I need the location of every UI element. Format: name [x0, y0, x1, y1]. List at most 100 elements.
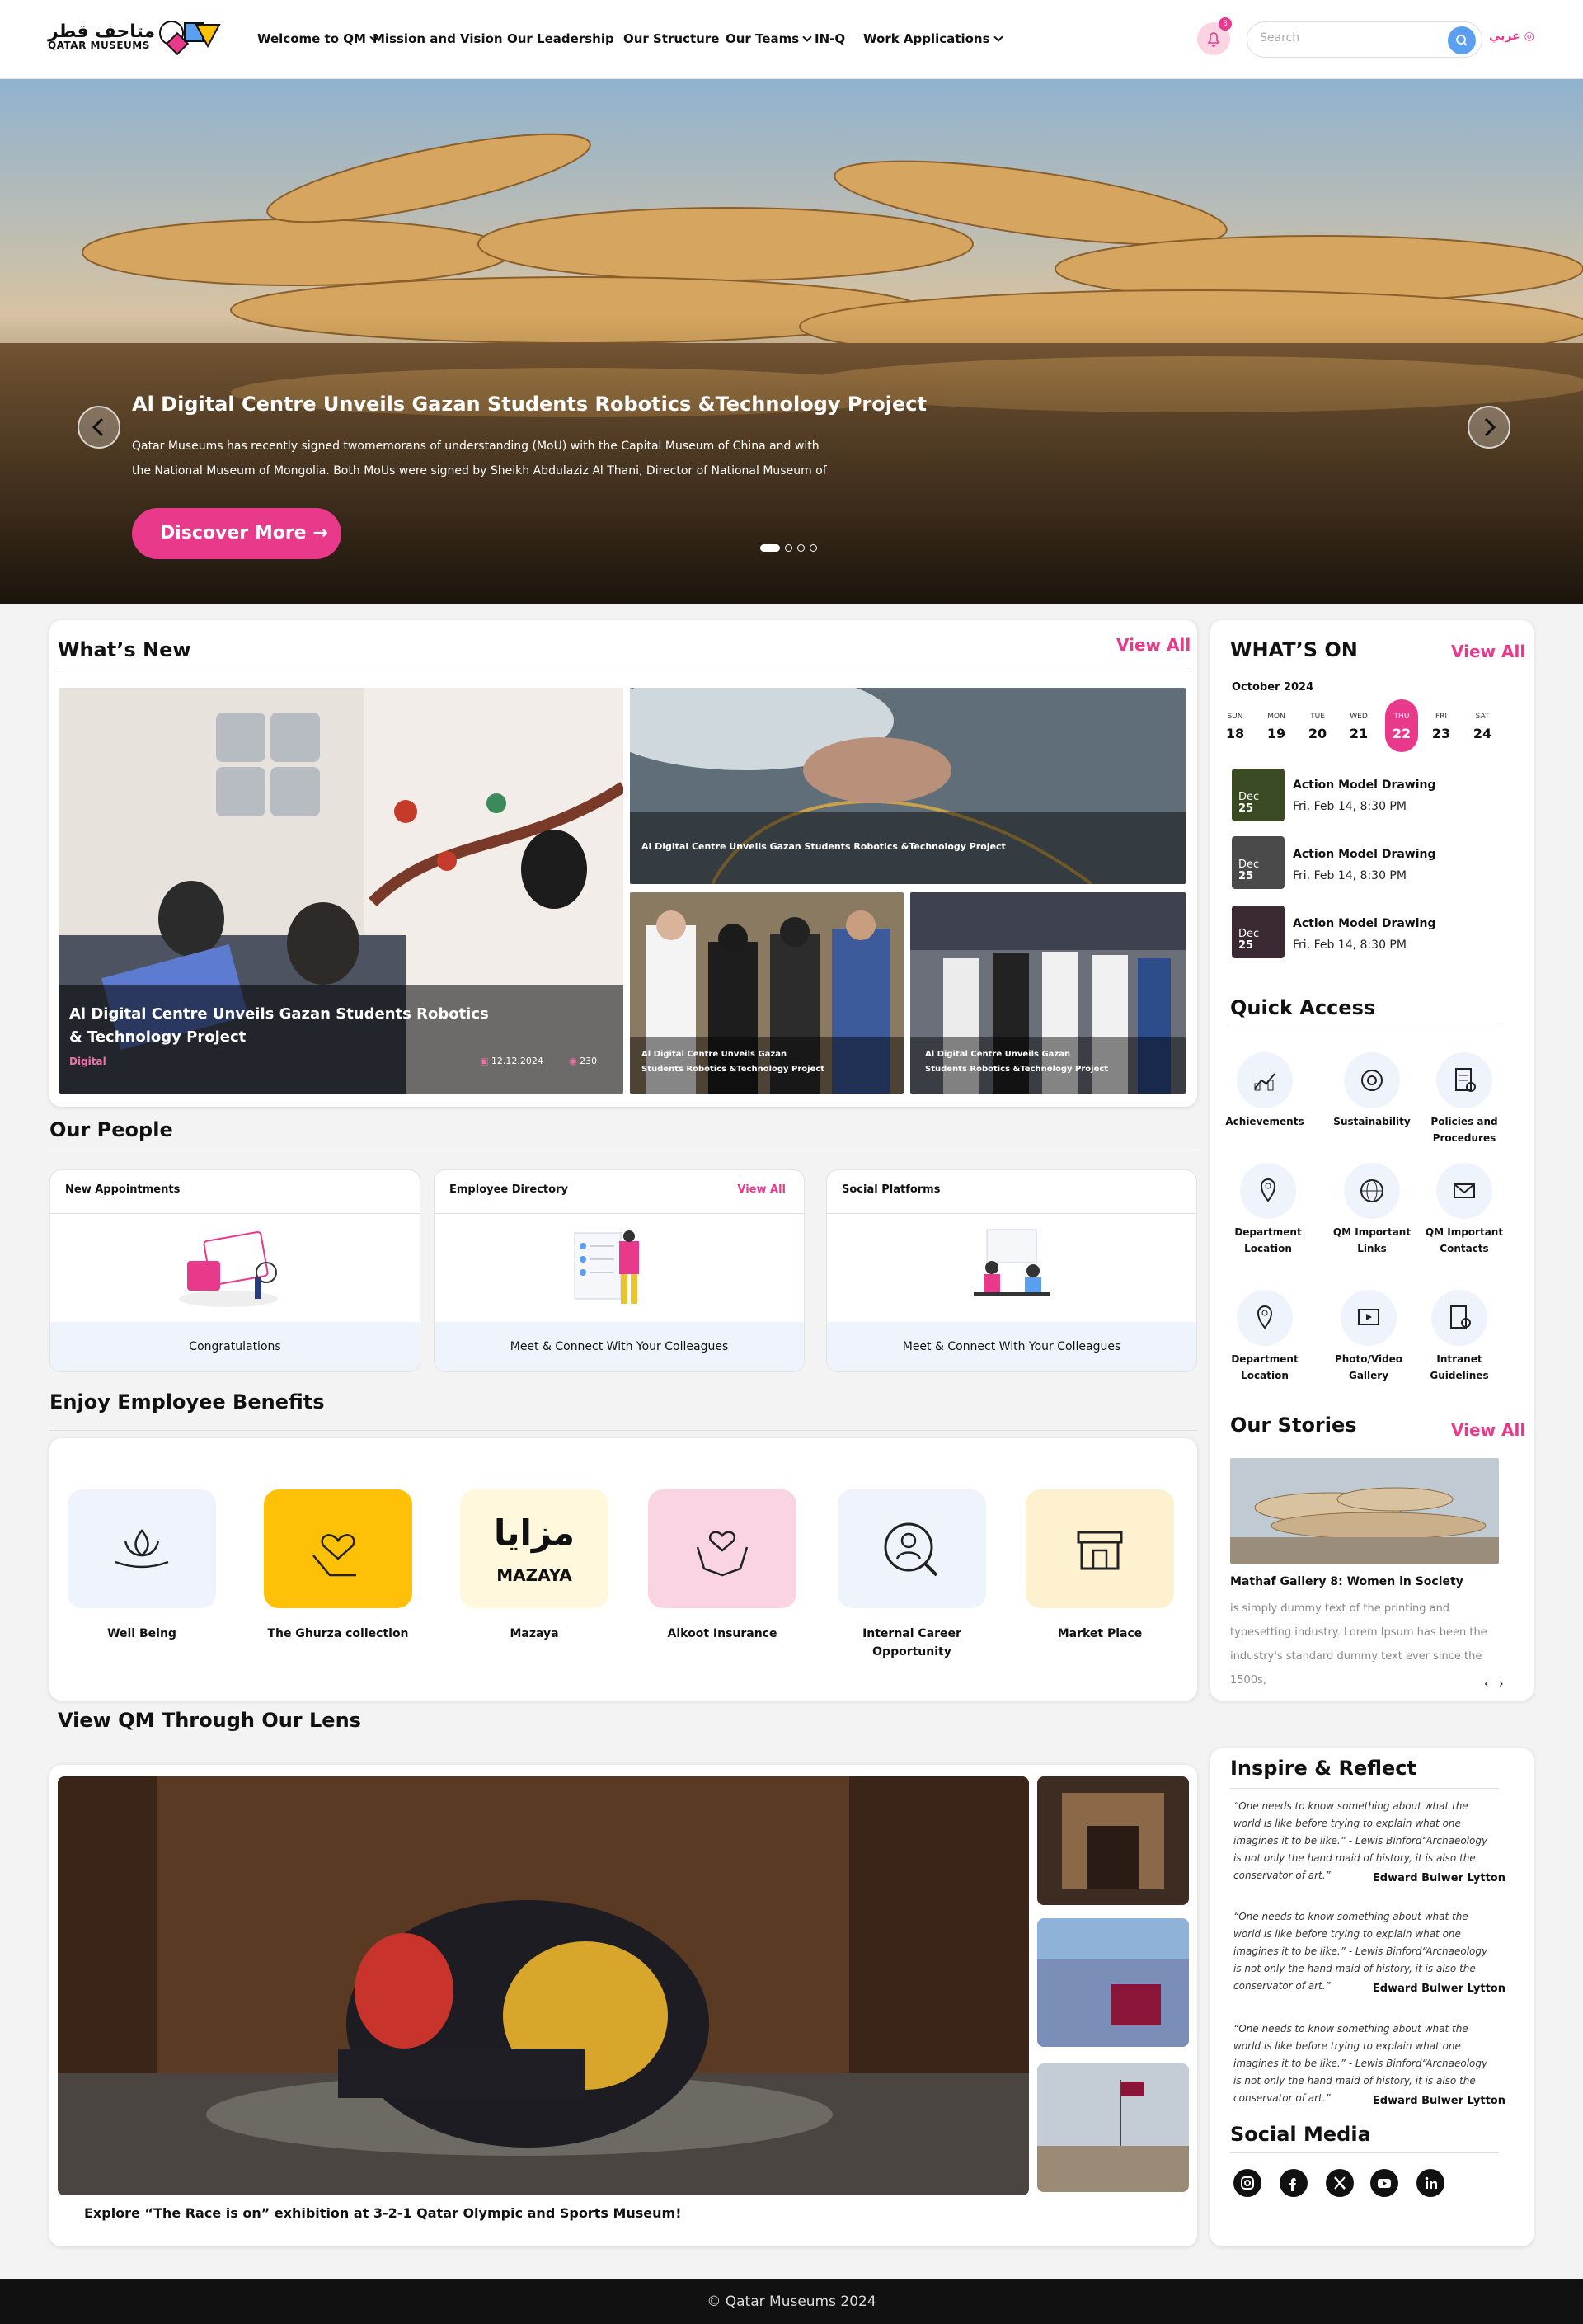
guidelines-icon[interactable] — [1431, 1290, 1487, 1346]
contacts-icon[interactable] — [1436, 1163, 1492, 1219]
event-thumbnail[interactable]: Dec 25 — [1232, 769, 1285, 821]
nav-in-q[interactable]: IN-Q — [815, 31, 845, 46]
event-time: Fri, Feb 14, 8:30 PM — [1293, 939, 1407, 952]
x-icon[interactable] — [1326, 2169, 1354, 2197]
benefit-label[interactable]: The Ghurza collection — [256, 1625, 420, 1643]
calendar-day[interactable]: SAT 24 — [1466, 713, 1499, 741]
people-card-social-platforms[interactable]: Social Platforms Meet & Connect With You… — [826, 1169, 1197, 1372]
lens-main-image[interactable] — [58, 1776, 1029, 2195]
benefit-mazaya[interactable]: مزايا MAZAYA — [460, 1489, 608, 1608]
nav-structure[interactable]: Our Structure — [623, 31, 719, 46]
calendar-day[interactable]: WED 21 — [1342, 713, 1375, 741]
quick-access-label[interactable]: Department Location — [1215, 1351, 1314, 1384]
quick-access-label[interactable]: Achievements — [1215, 1113, 1314, 1130]
quick-access-label[interactable]: Policies and Procedures — [1415, 1113, 1514, 1146]
news-main-views: ◉ 230 — [569, 1056, 598, 1066]
people-card-new-appointments[interactable]: New Appointments Congratulations — [49, 1169, 420, 1372]
benefit-ghurza-collection[interactable] — [264, 1489, 412, 1608]
carousel-dot[interactable] — [810, 544, 817, 552]
quick-access-label[interactable]: QM Important Contacts — [1415, 1224, 1514, 1257]
quick-access-label[interactable]: Photo/Video Gallery — [1319, 1351, 1418, 1384]
benefit-alkoot-insurance[interactable] — [648, 1489, 796, 1608]
search-placeholder: Search — [1260, 31, 1300, 45]
gallery-icon[interactable] — [1341, 1290, 1397, 1346]
benefit-label[interactable]: Market Place — [1017, 1625, 1182, 1643]
youtube-icon[interactable] — [1370, 2169, 1398, 2197]
lens-thumb[interactable] — [1037, 1776, 1189, 1905]
employee-directory-view-all[interactable]: View All — [737, 1183, 786, 1196]
sustainability-icon[interactable] — [1344, 1052, 1400, 1108]
search-person-icon — [884, 1522, 938, 1577]
benefit-label[interactable]: Alkoot Insurance — [640, 1625, 805, 1643]
news-tile-side-top[interactable]: Al Digital Centre Unveils Gazan Students… — [630, 688, 1186, 884]
calendar-day[interactable]: MON 19 — [1260, 713, 1293, 741]
news-tile-side-right[interactable]: Al Digital Centre Unveils Gazan Students… — [910, 892, 1186, 1094]
event-date-badge: Dec 25 — [1238, 859, 1260, 882]
nav-welcome[interactable]: Welcome to QM — [257, 31, 379, 46]
lens-thumb[interactable] — [1037, 2063, 1189, 2192]
benefit-label[interactable]: Mazaya — [452, 1625, 617, 1643]
quick-access-label[interactable]: Intranet Guidelines — [1410, 1351, 1509, 1384]
whats-new-view-all[interactable]: View All — [1116, 635, 1191, 655]
calendar-day[interactable]: TUE 20 — [1301, 713, 1334, 741]
carousel-dot[interactable] — [760, 544, 780, 552]
story-image[interactable] — [1230, 1458, 1499, 1564]
quick-access-label[interactable]: QM Important Links — [1322, 1224, 1421, 1257]
whats-on-view-all[interactable]: View All — [1451, 642, 1525, 661]
location-pin-icon[interactable] — [1240, 1163, 1296, 1219]
benefit-label[interactable]: Well Being — [59, 1625, 224, 1643]
our-stories-view-all[interactable]: View All — [1451, 1420, 1525, 1440]
benefit-market-place[interactable] — [1026, 1489, 1174, 1608]
facebook-icon[interactable] — [1280, 2169, 1308, 2197]
event-title[interactable]: Action Model Drawing — [1293, 848, 1436, 861]
event-title[interactable]: Action Model Drawing — [1293, 779, 1436, 792]
language-switch[interactable]: عربي ◎ — [1489, 30, 1534, 43]
location-pin-icon[interactable] — [1237, 1290, 1293, 1346]
event-thumbnail[interactable]: Dec 25 — [1232, 836, 1285, 889]
nav-teams[interactable]: Our Teams — [726, 31, 812, 46]
achievements-icon[interactable] — [1237, 1052, 1293, 1108]
calendar-day[interactable]: SUN 18 — [1219, 713, 1252, 741]
hero-description: Qatar Museums has recently signed twomem… — [132, 440, 827, 478]
news-tile-side-left[interactable]: Al Digital Centre Unveils Gazan Students… — [630, 892, 904, 1094]
nav-mission-vision[interactable]: Mission and Vision — [373, 31, 503, 46]
event-time: Fri, Feb 14, 8:30 PM — [1293, 800, 1407, 813]
calendar-day-selected[interactable]: THU 22 — [1385, 699, 1418, 752]
benefit-internal-career[interactable] — [838, 1489, 986, 1608]
benefit-well-being[interactable] — [68, 1489, 216, 1608]
logo-english[interactable]: QATAR MUSEUMS — [48, 40, 150, 51]
story-prev-button[interactable]: ‹ — [1484, 1677, 1489, 1691]
carousel-dot[interactable] — [785, 544, 792, 552]
nav-leadership[interactable]: Our Leadership — [507, 31, 614, 46]
people-card-employee-directory[interactable]: Employee Directory View All Meet & Conne… — [434, 1169, 805, 1372]
divider — [1230, 2152, 1499, 2153]
hero-title: Al Digital Centre Unveils Gazan Students… — [132, 393, 927, 416]
story-next-button[interactable]: › — [1499, 1677, 1504, 1691]
people-card-footer: Congratulations — [50, 1322, 420, 1371]
discover-more-button[interactable]: Discover More → — [132, 508, 341, 559]
quick-access-label[interactable]: Department Location — [1219, 1224, 1318, 1257]
news-tile-main[interactable]: Al Digital Centre Unveils Gazan Students… — [59, 688, 623, 1094]
lens-thumb[interactable] — [1037, 1918, 1189, 2047]
news-main-title: Al Digital Centre Unveils Gazan Students… — [69, 1005, 489, 1046]
news-main-tag[interactable]: Digital — [69, 1056, 106, 1067]
policies-icon[interactable] — [1436, 1052, 1492, 1108]
story-title[interactable]: Mathaf Gallery 8: Women in Society — [1230, 1575, 1463, 1588]
hero-next-button[interactable] — [1468, 406, 1510, 449]
calendar-day[interactable]: FRI 23 — [1425, 713, 1458, 741]
benefit-label[interactable]: Internal Career Opportunity — [829, 1625, 994, 1661]
globe-icon[interactable] — [1344, 1163, 1400, 1219]
qm-logo-mark[interactable] — [148, 18, 221, 59]
hero-prev-button[interactable] — [78, 406, 120, 449]
quick-access-label[interactable]: Sustainability — [1322, 1113, 1421, 1130]
lens-title: View QM Through Our Lens — [58, 1709, 361, 1732]
search-button[interactable] — [1448, 26, 1476, 54]
calendar-month: October 2024 — [1232, 681, 1314, 694]
instagram-icon[interactable] — [1233, 2169, 1261, 2197]
nav-work-applications[interactable]: Work Applications — [863, 31, 1003, 46]
people-card-title: New Appointments — [65, 1183, 181, 1196]
linkedin-icon[interactable] — [1416, 2169, 1444, 2197]
carousel-dot[interactable] — [797, 544, 805, 552]
event-title[interactable]: Action Model Drawing — [1293, 917, 1436, 930]
event-thumbnail[interactable]: Dec 25 — [1232, 906, 1285, 958]
